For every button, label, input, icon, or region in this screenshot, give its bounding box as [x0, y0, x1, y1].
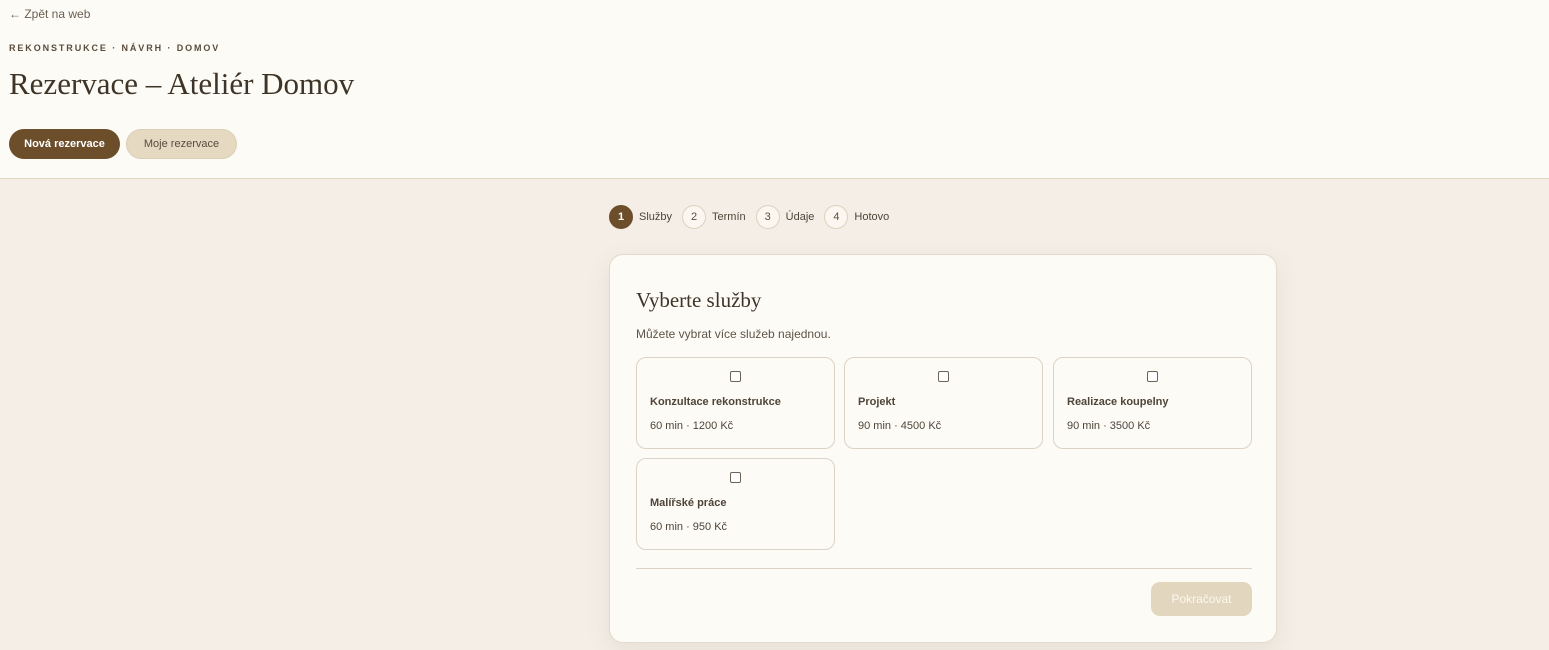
step-done: 4 Hotovo — [824, 204, 890, 229]
continue-button[interactable]: Pokračovat — [1151, 582, 1252, 616]
page-header: ← Zpět na web REKONSTRUKCE · NÁVRH · DOM… — [0, 0, 1549, 179]
step-label: Služby — [639, 210, 673, 223]
service-meta: 60 min · 950 Kč — [650, 521, 728, 533]
service-meta: 90 min · 3500 Kč — [1067, 420, 1151, 432]
service-name: Projekt — [858, 396, 896, 408]
service-name: Malířské práce — [650, 497, 727, 509]
service-option-consultation[interactable]: Konzultace rekonstrukce 60 min · 1200 Kč — [636, 357, 835, 449]
card-title: Vyberte služby — [636, 288, 762, 312]
step-number: 1 — [609, 204, 633, 229]
service-checkbox[interactable] — [730, 371, 741, 382]
service-name: Realizace koupelny — [1067, 396, 1169, 408]
step-number: 3 — [755, 204, 780, 229]
step-number: 4 — [824, 204, 849, 229]
card-subtitle: Můžete vybrat více služeb najednou. — [636, 327, 831, 341]
service-option-painting[interactable]: Malířské práce 60 min · 950 Kč — [636, 458, 835, 550]
page-title: Rezervace – Ateliér Domov — [9, 66, 355, 101]
service-checkbox[interactable] — [730, 472, 741, 483]
eyebrow-text: REKONSTRUKCE · NÁVRH · DOMOV — [9, 43, 221, 53]
card-divider — [636, 568, 1252, 569]
step-label: Termín — [712, 210, 746, 223]
step-label: Údaje — [785, 210, 815, 223]
service-option-project[interactable]: Projekt 90 min · 4500 Kč — [844, 357, 1043, 449]
service-option-bathroom[interactable]: Realizace koupelny 90 min · 3500 Kč — [1053, 357, 1252, 449]
service-selection-card: Vyberte služby Můžete vybrat více služeb… — [609, 254, 1277, 643]
booking-stepper: 1 Služby 2 Termín 3 Údaje 4 Hotovo — [609, 204, 899, 229]
step-date: 2 Termín — [682, 204, 746, 229]
new-reservation-button[interactable]: Nová rezervace — [9, 129, 120, 159]
service-meta: 90 min · 4500 Kč — [858, 420, 942, 432]
service-meta: 60 min · 1200 Kč — [650, 420, 734, 432]
my-reservations-button[interactable]: Moje rezervace — [126, 129, 237, 159]
service-checkbox[interactable] — [1147, 371, 1158, 382]
step-number: 2 — [682, 204, 707, 229]
service-checkbox[interactable] — [938, 371, 949, 382]
service-name: Konzultace rekonstrukce — [650, 396, 781, 408]
step-services: 1 Služby — [609, 204, 673, 229]
back-to-web-link[interactable]: ← Zpět na web — [9, 7, 90, 21]
step-label: Hotovo — [854, 210, 890, 223]
step-details: 3 Údaje — [755, 204, 815, 229]
